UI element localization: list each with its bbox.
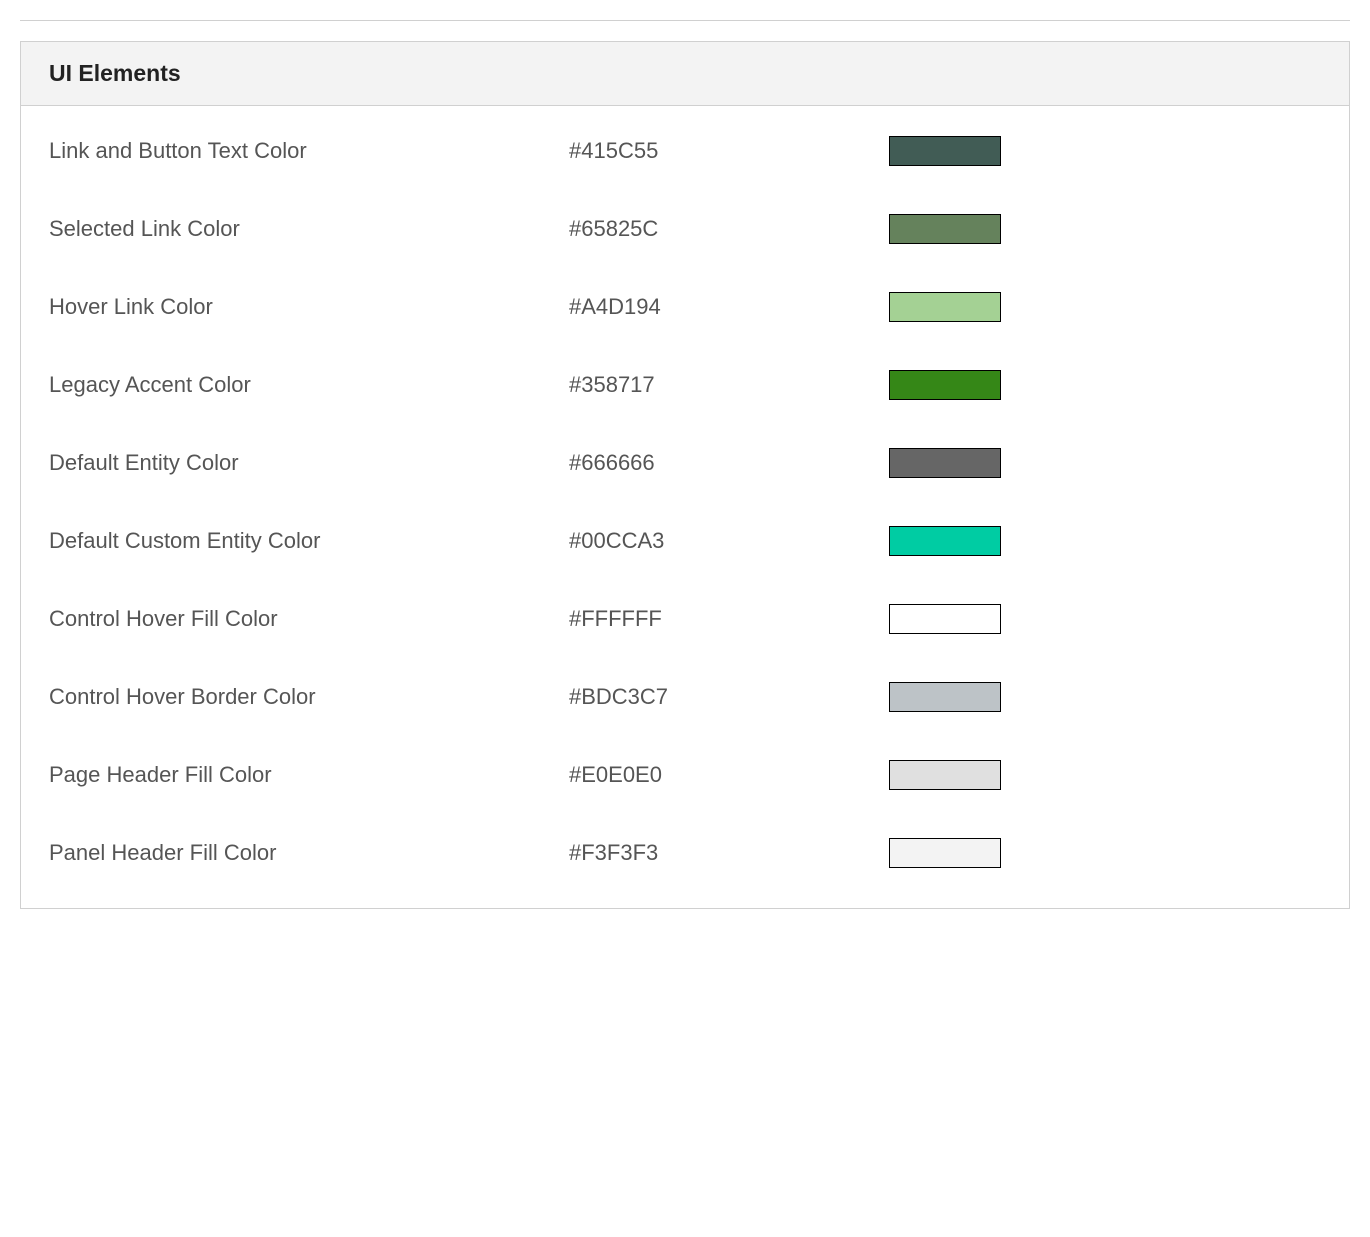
color-value: #BDC3C7 xyxy=(569,684,889,710)
color-row: Default Custom Entity Color #00CCA3 xyxy=(49,526,1321,556)
color-label: Panel Header Fill Color xyxy=(49,840,569,866)
color-value: #65825C xyxy=(569,216,889,242)
color-row: Hover Link Color #A4D194 xyxy=(49,292,1321,322)
color-row: Page Header Fill Color #E0E0E0 xyxy=(49,760,1321,790)
color-row: Control Hover Fill Color #FFFFFF xyxy=(49,604,1321,634)
color-value: #666666 xyxy=(569,450,889,476)
ui-elements-panel: UI Elements Link and Button Text Color #… xyxy=(20,41,1350,909)
color-swatch[interactable] xyxy=(889,760,1001,790)
panel-header: UI Elements xyxy=(21,42,1349,106)
color-value: #358717 xyxy=(569,372,889,398)
color-value: #415C55 xyxy=(569,138,889,164)
color-label: Legacy Accent Color xyxy=(49,372,569,398)
color-label: Control Hover Fill Color xyxy=(49,606,569,632)
color-row: Control Hover Border Color #BDC3C7 xyxy=(49,682,1321,712)
color-row: Panel Header Fill Color #F3F3F3 xyxy=(49,838,1321,868)
color-value: #FFFFFF xyxy=(569,606,889,632)
color-swatch[interactable] xyxy=(889,448,1001,478)
color-swatch[interactable] xyxy=(889,370,1001,400)
color-label: Hover Link Color xyxy=(49,294,569,320)
panel-title: UI Elements xyxy=(49,60,1321,87)
color-value: #F3F3F3 xyxy=(569,840,889,866)
color-swatch[interactable] xyxy=(889,682,1001,712)
color-row: Legacy Accent Color #358717 xyxy=(49,370,1321,400)
color-row: Default Entity Color #666666 xyxy=(49,448,1321,478)
color-label: Selected Link Color xyxy=(49,216,569,242)
color-swatch[interactable] xyxy=(889,292,1001,322)
color-value: #00CCA3 xyxy=(569,528,889,554)
top-divider xyxy=(20,20,1350,21)
color-swatch[interactable] xyxy=(889,214,1001,244)
color-value: #A4D194 xyxy=(569,294,889,320)
color-label: Link and Button Text Color xyxy=(49,138,569,164)
color-label: Default Entity Color xyxy=(49,450,569,476)
panel-body: Link and Button Text Color #415C55 Selec… xyxy=(21,106,1349,908)
color-swatch[interactable] xyxy=(889,136,1001,166)
color-swatch[interactable] xyxy=(889,526,1001,556)
color-swatch[interactable] xyxy=(889,604,1001,634)
color-swatch[interactable] xyxy=(889,838,1001,868)
color-row: Link and Button Text Color #415C55 xyxy=(49,136,1321,166)
color-label: Default Custom Entity Color xyxy=(49,528,569,554)
color-row: Selected Link Color #65825C xyxy=(49,214,1321,244)
color-label: Control Hover Border Color xyxy=(49,684,569,710)
color-value: #E0E0E0 xyxy=(569,762,889,788)
color-label: Page Header Fill Color xyxy=(49,762,569,788)
